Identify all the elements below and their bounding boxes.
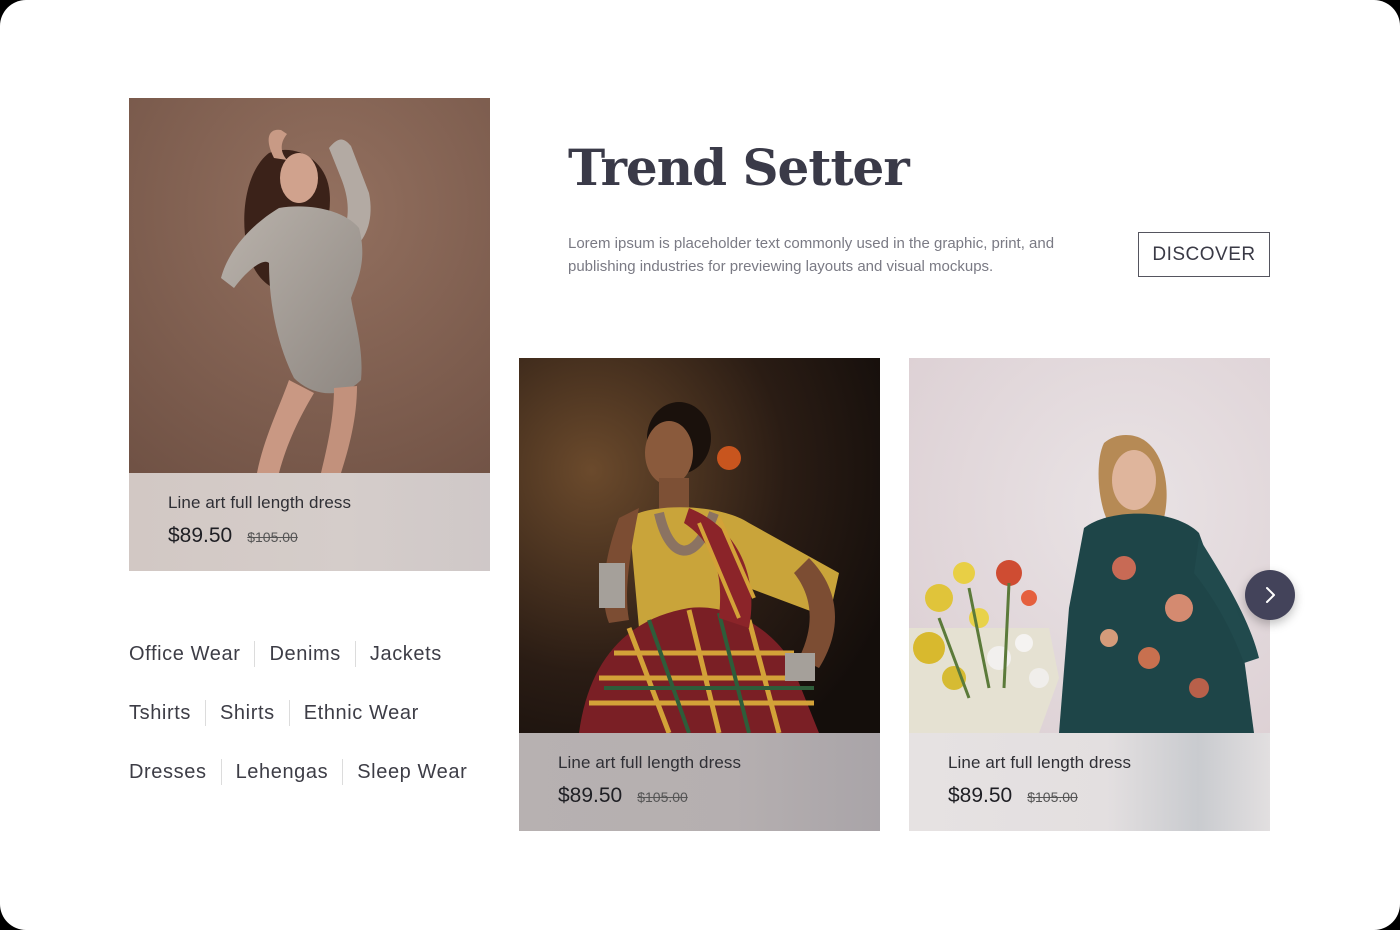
carousel-next-button[interactable] <box>1245 570 1295 620</box>
product-old-price: $105.00 <box>247 529 298 545</box>
product-prices: $89.50 $105.00 <box>168 524 490 548</box>
product-info-2: Line art full length dress $89.50 $105.0… <box>519 733 880 831</box>
divider <box>204 700 206 726</box>
chevron-right-icon <box>1266 587 1275 603</box>
divider <box>354 641 356 667</box>
category-link-tshirts[interactable]: Tshirts <box>129 702 191 725</box>
category-link-lehengas[interactable]: Lehengas <box>236 761 329 784</box>
category-link-shirts[interactable]: Shirts <box>220 702 275 725</box>
divider <box>288 700 290 726</box>
product-prices: $89.50 $105.00 <box>948 784 1270 808</box>
product-name: Line art full length dress <box>948 753 1132 772</box>
discover-button[interactable]: DISCOVER <box>1138 232 1270 277</box>
product-price: $89.50 <box>558 784 623 807</box>
product-old-price: $105.00 <box>1027 789 1078 805</box>
category-link-dresses[interactable]: Dresses <box>129 761 207 784</box>
product-prices: $89.50 $105.00 <box>558 784 880 808</box>
divider <box>342 759 344 785</box>
category-link-ethnic-wear[interactable]: Ethnic Wear <box>304 702 419 725</box>
category-link-office-wear[interactable]: Office Wear <box>129 643 240 666</box>
category-row: Tshirts Shirts Ethnic Wear <box>129 699 509 727</box>
category-row: Office Wear Denims Jackets <box>129 640 509 668</box>
product-price: $89.50 <box>168 524 233 547</box>
category-link-denims[interactable]: Denims <box>269 643 340 666</box>
category-list: Office Wear Denims Jackets Tshirts Shirt… <box>129 640 509 817</box>
product-name: Line art full length dress <box>168 493 352 512</box>
product-image-2[interactable] <box>519 358 880 733</box>
divider <box>254 641 256 667</box>
category-link-jackets[interactable]: Jackets <box>370 643 442 666</box>
product-old-price: $105.00 <box>637 789 688 805</box>
product-image-3[interactable] <box>909 358 1270 733</box>
product-card-2[interactable]: Line art full length dress $89.50 $105.0… <box>519 358 880 831</box>
category-link-sleep-wear[interactable]: Sleep Wear <box>357 761 467 784</box>
product-name: Line art full length dress <box>558 753 742 772</box>
product-price: $89.50 <box>948 784 1013 807</box>
product-card-3[interactable]: Line art full length dress $89.50 $105.0… <box>909 358 1270 831</box>
page-frame: Line art full length dress $89.50 $105.0… <box>0 0 1400 930</box>
page-title: Trend Setter <box>568 138 910 197</box>
product-image-1[interactable] <box>129 98 490 473</box>
product-card-1[interactable]: Line art full length dress $89.50 $105.0… <box>129 98 490 571</box>
product-info-3: Line art full length dress $89.50 $105.0… <box>909 733 1270 831</box>
divider <box>220 759 222 785</box>
hero-description: Lorem ipsum is placeholder text commonly… <box>568 235 1055 275</box>
product-info-1: Line art full length dress $89.50 $105.0… <box>129 473 490 571</box>
category-row: Dresses Lehengas Sleep Wear <box>129 758 509 786</box>
